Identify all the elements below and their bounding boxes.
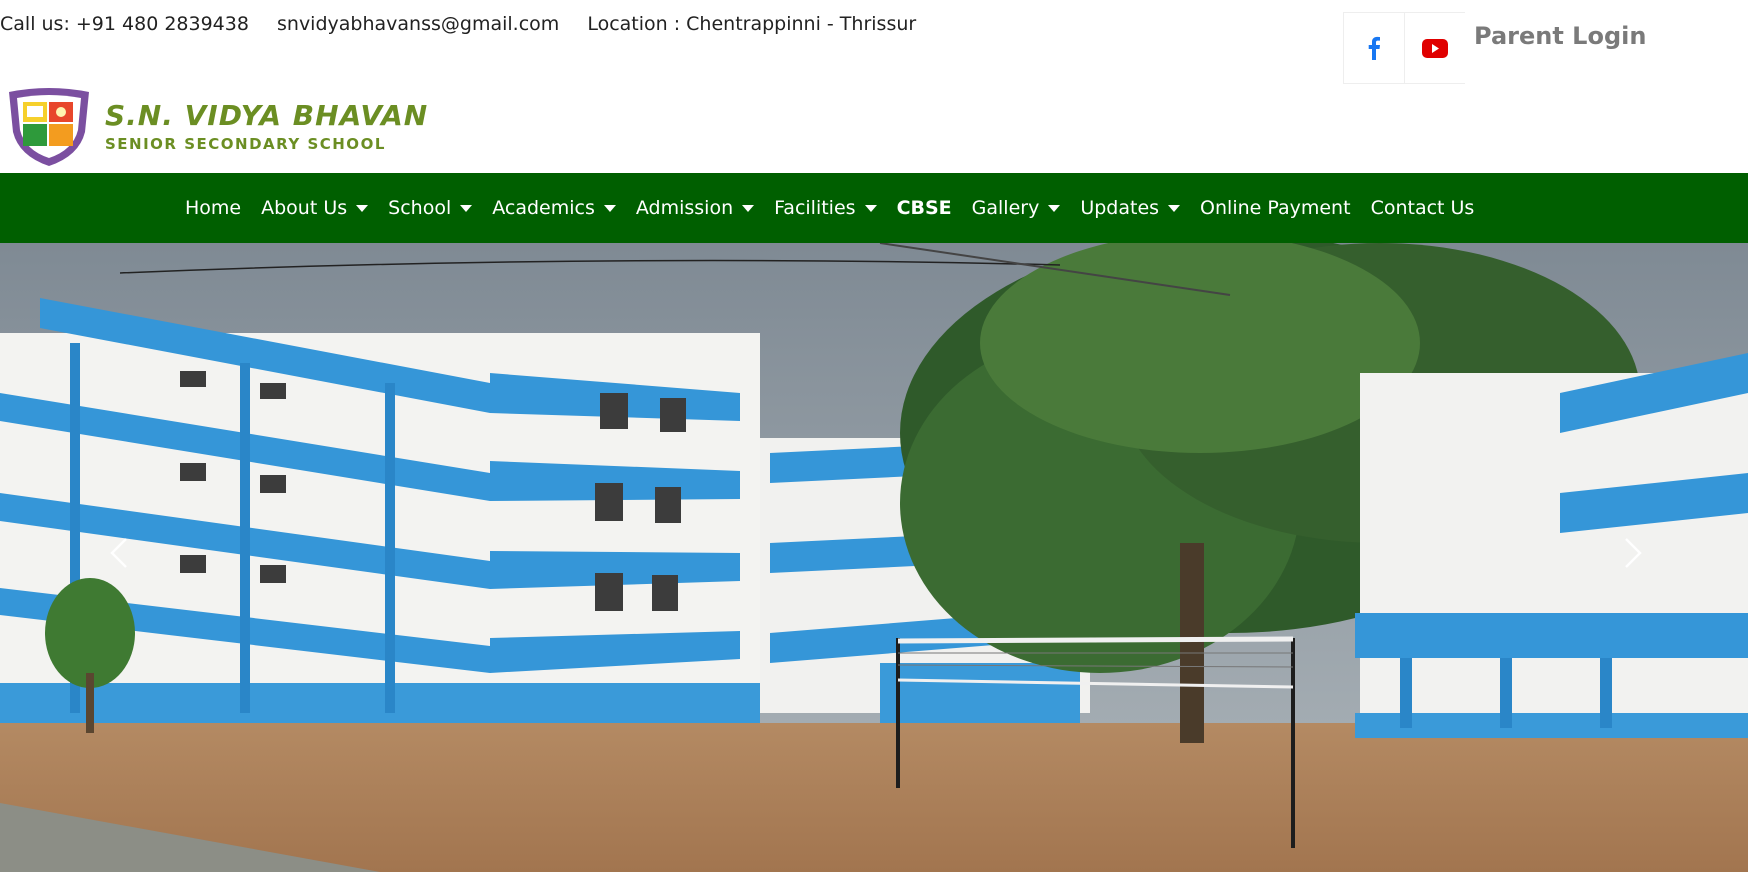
nav-item-label: Home xyxy=(185,197,242,219)
facebook-link[interactable] xyxy=(1343,12,1404,84)
chevron-left-icon xyxy=(110,538,127,568)
nav-item-label: Admission xyxy=(635,197,734,219)
chevron-right-icon xyxy=(1625,538,1642,568)
contact-info: Call us: +91 480 2839438 snvidyabhavanss… xyxy=(0,13,938,35)
caret-down-icon xyxy=(742,204,755,212)
school-crest-icon xyxy=(9,88,89,166)
nav-item-school[interactable]: School xyxy=(378,197,482,219)
school-subtitle: SENIOR SECONDARY SCHOOL xyxy=(105,135,386,153)
carousel-next-button[interactable] xyxy=(1612,533,1652,573)
school-name: S.N. VIDYA BHAVAN xyxy=(105,99,429,132)
nav-item-label: Updates xyxy=(1080,197,1160,219)
caret-down-icon xyxy=(864,204,877,212)
social-links xyxy=(1343,12,1465,84)
nav-item-label: Contact Us xyxy=(1370,197,1475,219)
nav-item-updates[interactable]: Updates xyxy=(1070,197,1190,219)
email-text[interactable]: snvidyabhavanss@gmail.com xyxy=(277,13,559,35)
caret-down-icon xyxy=(1048,204,1061,212)
nav-item-label: Gallery xyxy=(971,197,1040,219)
carousel-prev-button[interactable] xyxy=(100,533,140,573)
nav-item-label: Facilities xyxy=(774,197,856,219)
nav-item-contact-us[interactable]: Contact Us xyxy=(1361,197,1485,219)
nav-item-facilities[interactable]: Facilities xyxy=(764,197,886,219)
nav-item-admission[interactable]: Admission xyxy=(626,197,764,219)
school-logo-block[interactable]: S.N. VIDYA BHAVAN SENIOR SECONDARY SCHOO… xyxy=(5,86,428,168)
nav-item-label: Online Payment xyxy=(1200,197,1351,219)
nav-item-label: About Us xyxy=(261,197,348,219)
hero-carousel[interactable] xyxy=(0,243,1748,872)
caret-down-icon xyxy=(356,204,369,212)
facebook-icon xyxy=(1368,36,1380,60)
nav-item-cbse[interactable]: CBSE xyxy=(887,197,962,219)
nav-item-label: CBSE xyxy=(896,197,952,219)
nav-item-home[interactable]: Home xyxy=(175,197,251,219)
school-building-photo xyxy=(0,243,1748,872)
nav-item-label: School xyxy=(388,197,452,219)
youtube-link[interactable] xyxy=(1404,12,1465,84)
nav-item-about-us[interactable]: About Us xyxy=(251,197,378,219)
main-navigation: Home About Us School Academics Admission Faci… xyxy=(0,173,1748,243)
phone-text: Call us: +91 480 2839438 xyxy=(0,13,249,35)
caret-down-icon xyxy=(603,204,616,212)
nav-item-academics[interactable]: Academics xyxy=(482,197,626,219)
caret-down-icon xyxy=(460,204,473,212)
nav-menu: Home About Us School Academics Admission Faci… xyxy=(175,173,1484,243)
parent-login-link[interactable]: Parent Login xyxy=(1474,22,1646,50)
location-text: Location : Chentrappinni - Thrissur xyxy=(587,13,917,35)
nav-item-online-payment[interactable]: Online Payment xyxy=(1190,197,1361,219)
youtube-icon xyxy=(1422,38,1448,58)
caret-down-icon xyxy=(1168,204,1181,212)
nav-item-gallery[interactable]: Gallery xyxy=(962,197,1071,219)
nav-item-label: Academics xyxy=(492,197,595,219)
